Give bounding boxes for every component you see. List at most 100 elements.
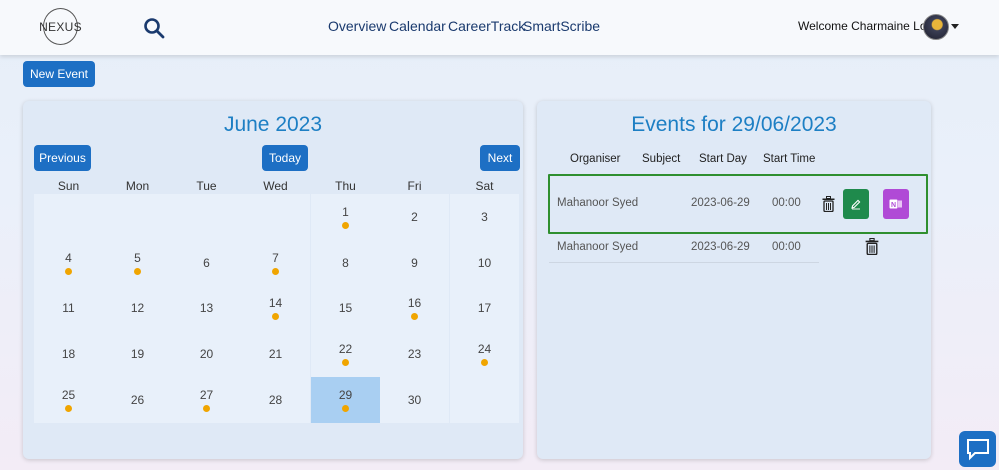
calendar-day-number: 22	[338, 342, 353, 356]
calendar-day-number: 15	[338, 301, 353, 315]
event-indicator-dot	[342, 359, 349, 366]
trash-icon[interactable]	[822, 196, 835, 212]
event-indicator-dot	[65, 268, 72, 275]
calendar-day-number: 3	[481, 210, 488, 224]
search-icon[interactable]	[143, 17, 165, 39]
calendar-day-number: 21	[268, 347, 283, 361]
today-button[interactable]: Today	[262, 145, 308, 171]
calendar-day-number: 8	[342, 256, 349, 270]
calendar-day-cell[interactable]: 11	[34, 285, 103, 331]
event-start-time: 00:00	[772, 197, 801, 209]
calendar-empty-cell	[103, 194, 172, 240]
calendar-day-cell[interactable]: 18	[34, 331, 103, 377]
onenote-button[interactable]: N	[883, 189, 909, 219]
event-indicator-dot	[411, 313, 418, 320]
row-divider	[549, 262, 819, 263]
calendar-day-number: 9	[411, 256, 418, 270]
calendar-day-cell[interactable]: 8	[311, 240, 380, 286]
calendar-day-cell[interactable]: 17	[450, 285, 519, 331]
event-organiser: Mahanoor Syed	[557, 197, 639, 209]
calendar-day-cell[interactable]: 19	[103, 331, 172, 377]
calendar-day-cell[interactable]: 10	[450, 240, 519, 286]
calendar-day-cell[interactable]: 26	[103, 377, 172, 423]
event-indicator-dot	[272, 313, 279, 320]
weekday-header: Fri	[407, 179, 422, 193]
calendar-day-cell[interactable]: 6	[172, 240, 241, 286]
column-header-subject: Subject	[642, 153, 681, 165]
calendar-day-number: 20	[199, 347, 214, 361]
calendar-day-cell[interactable]: 23	[380, 331, 449, 377]
calendar-day-cell[interactable]: 24	[450, 331, 519, 377]
calendar-day-cell[interactable]: 12	[103, 285, 172, 331]
calendar-day-number: 16	[407, 296, 422, 310]
event-start-time: 00:00	[772, 241, 801, 253]
nav-smartscribe[interactable]: SmartScribe	[523, 18, 600, 34]
calendar-day-number: 13	[199, 301, 214, 315]
edit-pencil-icon	[851, 199, 861, 210]
calendar-empty-cell	[241, 194, 310, 240]
nav-overview[interactable]: Overview	[328, 18, 386, 34]
event-start-day: 2023-06-29	[691, 197, 750, 209]
calendar-day-cell[interactable]: 2	[380, 194, 449, 240]
event-indicator-dot	[481, 359, 488, 366]
next-button[interactable]: Next	[480, 145, 520, 171]
calendar-day-cell[interactable]: 14	[241, 285, 310, 331]
calendar-day-number: 26	[130, 393, 145, 407]
calendar-day-cell[interactable]: 4	[34, 240, 103, 286]
onenote-icon: N	[889, 199, 902, 209]
calendar-day-cell[interactable]: 15	[311, 285, 380, 331]
event-indicator-dot	[203, 405, 210, 412]
nav-calendar[interactable]: Calendar	[389, 18, 446, 34]
calendar-day-cell[interactable]: 16	[380, 285, 449, 331]
calendar-empty-cell	[34, 194, 103, 240]
calendar-day-number: 11	[62, 301, 75, 315]
calendar-day-cell[interactable]: 13	[172, 285, 241, 331]
calendar-day-cell[interactable]: 25	[34, 377, 103, 423]
calendar-day-cell[interactable]: 7	[241, 240, 310, 286]
calendar-day-cell[interactable]: 3	[450, 194, 519, 240]
calendar-day-cell[interactable]: 29	[311, 377, 380, 423]
weekday-header: Wed	[263, 179, 288, 193]
chevron-down-icon[interactable]	[951, 24, 959, 29]
svg-text:N: N	[891, 202, 896, 209]
calendar-day-cell[interactable]: 28	[241, 377, 310, 423]
new-event-button[interactable]: New Event	[23, 61, 95, 87]
calendar-day-cell[interactable]: 30	[380, 377, 449, 423]
calendar-day-cell[interactable]: 27	[172, 377, 241, 423]
edit-button[interactable]	[843, 189, 869, 219]
calendar-day-number: 2	[411, 210, 418, 224]
calendar-day-number: 28	[268, 393, 283, 407]
previous-button[interactable]: Previous	[34, 145, 91, 171]
calendar-day-number: 24	[477, 342, 492, 356]
event-organiser: Mahanoor Syed	[557, 241, 639, 253]
calendar-day-number: 10	[477, 256, 492, 270]
weekday-header: Mon	[125, 179, 150, 193]
event-start-day: 2023-06-29	[691, 241, 750, 253]
event-indicator-dot	[342, 405, 349, 412]
calendar-day-cell[interactable]: 9	[380, 240, 449, 286]
nav-careertrack[interactable]: CareerTrack	[448, 18, 525, 34]
calendar-day-number: 18	[61, 347, 76, 361]
event-indicator-dot	[134, 268, 141, 275]
avatar[interactable]	[923, 14, 949, 40]
calendar-day-number: 17	[477, 301, 492, 315]
calendar-day-cell[interactable]: 20	[172, 331, 241, 377]
weekday-header: Sun	[57, 179, 80, 193]
calendar-day-cell[interactable]: 5	[103, 240, 172, 286]
calendar-day-number: 19	[130, 347, 145, 361]
chat-button[interactable]	[959, 431, 996, 467]
calendar-day-number: 12	[130, 301, 145, 315]
calendar-day-number: 6	[203, 256, 210, 270]
event-indicator-dot	[342, 222, 349, 229]
weekday-header: Tue	[196, 179, 217, 193]
calendar-day-number: 25	[61, 388, 76, 402]
chat-icon	[966, 439, 989, 461]
trash-icon[interactable]	[865, 238, 879, 255]
calendar-day-cell[interactable]: 22	[311, 331, 380, 377]
calendar-day-cell[interactable]: 21	[241, 331, 310, 377]
calendar-day-number: 29	[338, 388, 353, 402]
nexus-logo[interactable]: NEXUS	[39, 8, 82, 45]
calendar-title: June 2023	[223, 113, 323, 136]
logo-text: NEXUS	[39, 19, 82, 34]
calendar-day-cell[interactable]: 1	[311, 194, 380, 240]
